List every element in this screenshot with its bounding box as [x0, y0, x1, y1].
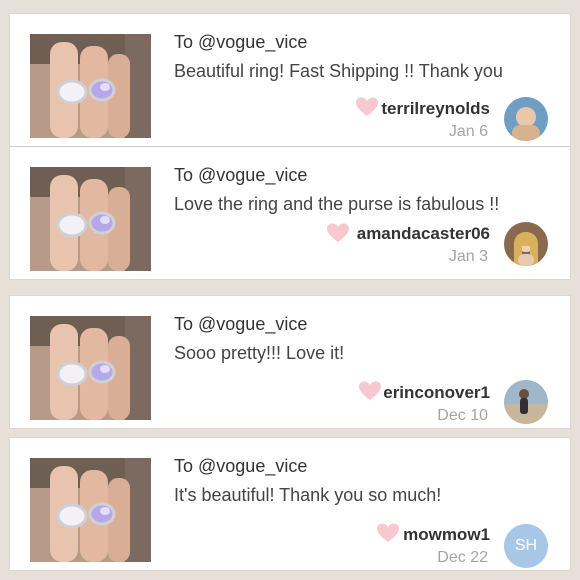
heart-icon[interactable] [355, 97, 379, 117]
heart-icon[interactable] [376, 523, 400, 543]
recipient-label: To @vogue_vice [174, 32, 308, 52]
username-link[interactable]: mowmow1 [403, 525, 490, 545]
user-avatar[interactable]: SH [504, 524, 548, 568]
review-message: It's beautiful! Thank you so much! [174, 485, 442, 505]
recipient-label: To @vogue_vice [174, 314, 308, 334]
recipient-label: To @vogue_vice [174, 165, 308, 185]
heart-icon[interactable] [326, 223, 350, 243]
review-date: Jan 3 [448, 248, 488, 265]
user-avatar[interactable] [504, 222, 548, 266]
review-message: Beautiful ring! Fast Shipping !! Thank y… [174, 61, 503, 81]
user-avatar[interactable] [504, 97, 548, 141]
review-date: Jan 6 [448, 123, 488, 140]
review-card: To @vogue_vice It's beautiful! Thank you… [10, 438, 570, 570]
username-link[interactable]: terrilreynolds [381, 99, 490, 119]
review-card: To @vogue_vice Sooo pretty!!! Love it! e… [10, 296, 570, 428]
avatar-initials: SH [514, 537, 538, 554]
review-card: To @vogue_vice Beautiful ring! Fast Ship… [10, 14, 570, 146]
product-photo[interactable] [30, 167, 151, 271]
heart-icon[interactable] [358, 381, 382, 401]
review-date: Dec 10 [437, 407, 488, 424]
review-message: Sooo pretty!!! Love it! [174, 343, 345, 363]
product-photo[interactable] [30, 458, 151, 562]
review-date: Dec 22 [437, 549, 488, 566]
product-photo[interactable] [30, 34, 151, 138]
product-photo[interactable] [30, 316, 151, 420]
recipient-label: To @vogue_vice [174, 456, 308, 476]
username-link[interactable]: amandacaster06 [357, 224, 490, 244]
username-link[interactable]: erinconover1 [383, 383, 490, 403]
review-card: To @vogue_vice Love the ring and the pur… [10, 147, 570, 279]
review-message: Love the ring and the purse is fabulous … [174, 194, 500, 214]
user-avatar[interactable] [504, 380, 548, 424]
